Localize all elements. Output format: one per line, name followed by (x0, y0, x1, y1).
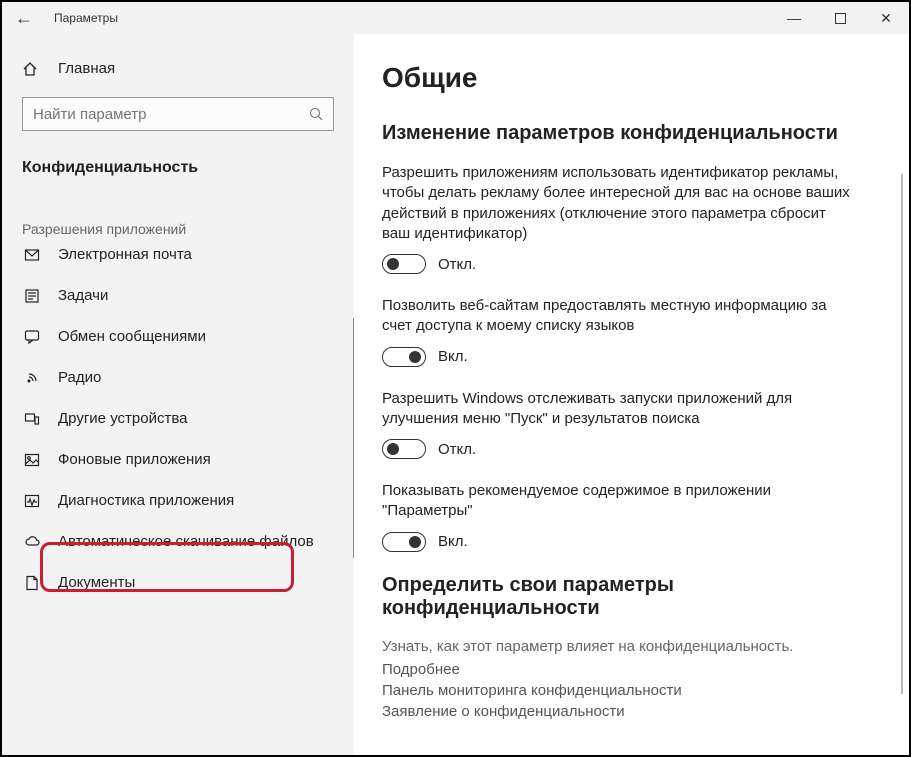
tasks-icon (22, 288, 42, 304)
toggle-state-label: Вкл. (438, 348, 468, 365)
chat-icon (22, 329, 42, 345)
setting-block: Разрешить приложениям использовать идент… (382, 163, 881, 274)
content-scrollbar[interactable] (901, 174, 903, 694)
picture-icon (22, 452, 42, 468)
cloud-icon (22, 534, 42, 550)
close-button[interactable]: ✕ (863, 2, 909, 34)
section-heading-privacy: Изменение параметров конфиденциальности (382, 122, 881, 145)
sidebar-item-label: Задачи (58, 287, 108, 304)
toggle-knob (387, 258, 399, 270)
toggle-knob (387, 443, 399, 455)
search-icon (309, 107, 323, 121)
maximize-button[interactable] (817, 2, 863, 34)
toggle-state-label: Откл. (438, 256, 476, 273)
sidebar-item-doc[interactable]: Документы (2, 562, 354, 603)
doc-icon (22, 575, 42, 591)
titlebar: ← Параметры — ✕ (2, 2, 909, 34)
sidebar-item-picture[interactable]: Фоновые приложения (2, 439, 354, 480)
toggle-switch[interactable] (382, 254, 426, 274)
setting-description: Разрешить Windows отслеживать запуски пр… (382, 389, 852, 430)
sidebar-item-mail[interactable]: Электронная почта (2, 253, 354, 275)
sidebar-item-label: Документы (58, 574, 135, 591)
setting-description: Разрешить приложениям использовать идент… (382, 163, 852, 244)
privacy-link[interactable]: Панель мониторинга конфиденциальности (382, 682, 881, 699)
section-subtext: Узнать, как этот параметр влияет на конф… (382, 638, 881, 655)
sidebar-item-label: Автоматическое скачивание файлов (58, 533, 314, 550)
page-title: Общие (382, 62, 881, 94)
toggle-knob (409, 351, 421, 363)
minimize-button[interactable]: — (771, 2, 817, 34)
sidebar-category: Конфиденциальность (2, 151, 354, 185)
sidebar-item-cloud[interactable]: Автоматическое скачивание файлов (2, 521, 354, 562)
sidebar: Главная Конфиденциальность Разрешения пр… (2, 34, 354, 755)
section-heading-determine: Определить свои параметры конфиденциальн… (382, 574, 881, 620)
privacy-link[interactable]: Заявление о конфиденциальности (382, 703, 881, 720)
sidebar-item-label: Другие устройства (58, 410, 187, 427)
toggle-state-label: Откл. (438, 441, 476, 458)
privacy-link[interactable]: Подробнее (382, 661, 881, 678)
setting-description: Позволить веб-сайтам предоставлять местн… (382, 296, 852, 337)
toggle-switch[interactable] (382, 347, 426, 367)
sidebar-item-label: Фоновые приложения (58, 451, 211, 468)
sidebar-home[interactable]: Главная (2, 52, 354, 85)
mail-icon (22, 247, 42, 263)
toggle-switch[interactable] (382, 439, 426, 459)
sidebar-item-tasks[interactable]: Задачи (2, 275, 354, 316)
search-input[interactable] (33, 106, 309, 123)
setting-block: Разрешить Windows отслеживать запуски пр… (382, 389, 881, 460)
window-title: Параметры (46, 11, 118, 25)
sidebar-item-label: Радио (58, 369, 101, 386)
sidebar-item-label: Обмен сообщениями (58, 328, 206, 345)
toggle-switch[interactable] (382, 532, 426, 552)
sidebar-item-label: Диагностика приложения (58, 492, 234, 509)
setting-block: Позволить веб-сайтам предоставлять местн… (382, 296, 881, 367)
setting-block: Показывать рекомендуемое содержимое в пр… (382, 481, 881, 552)
diag-icon (22, 493, 42, 509)
sidebar-home-label: Главная (58, 60, 115, 77)
toggle-state-label: Вкл. (438, 533, 468, 550)
back-button[interactable]: ← (2, 8, 46, 29)
toggle-knob (409, 536, 421, 548)
sidebar-item-chat[interactable]: Обмен сообщениями (2, 316, 354, 357)
devices-icon (22, 411, 42, 427)
sidebar-item-radio[interactable]: Радио (2, 357, 354, 398)
setting-description: Показывать рекомендуемое содержимое в пр… (382, 481, 852, 522)
sidebar-section-header: Разрешения приложений (2, 213, 354, 245)
content-pane: Общие Изменение параметров конфиденциаль… (354, 34, 909, 755)
sidebar-item-diag[interactable]: Диагностика приложения (2, 480, 354, 521)
radio-icon (22, 370, 42, 386)
sidebar-item-devices[interactable]: Другие устройства (2, 398, 354, 439)
search-box[interactable] (22, 97, 334, 131)
sidebar-item-label: Электронная почта (58, 246, 192, 263)
home-icon (22, 61, 42, 77)
